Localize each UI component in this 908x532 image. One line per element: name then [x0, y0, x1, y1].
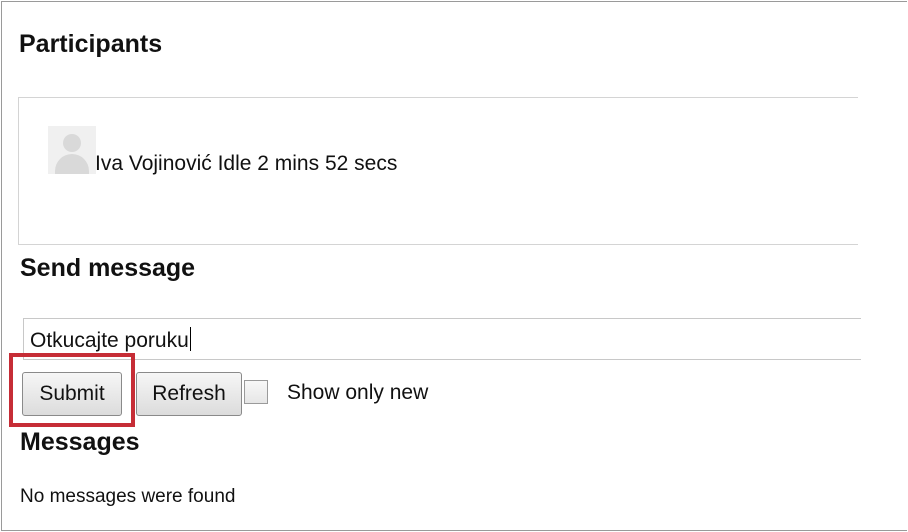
- refresh-button[interactable]: Refresh: [136, 372, 242, 416]
- show-only-new-checkbox[interactable]: [244, 380, 268, 404]
- no-messages-text: No messages were found: [20, 486, 236, 507]
- participants-heading: Participants: [19, 30, 163, 58]
- message-input-value: Otkucajte poruku: [30, 329, 189, 352]
- submit-highlight-box: [9, 353, 135, 427]
- message-input[interactable]: Otkucajte poruku: [23, 318, 861, 360]
- messages-heading: Messages: [20, 428, 140, 456]
- send-message-heading: Send message: [20, 254, 196, 282]
- participants-list: Iva Vojinović Idle 2 mins 52 secs: [18, 97, 858, 245]
- participant-item: Iva Vojinović Idle 2 mins 52 secs: [95, 152, 398, 175]
- text-caret: [189, 327, 191, 351]
- avatar-icon: [48, 126, 96, 174]
- show-only-new-label[interactable]: Show only new: [287, 381, 428, 405]
